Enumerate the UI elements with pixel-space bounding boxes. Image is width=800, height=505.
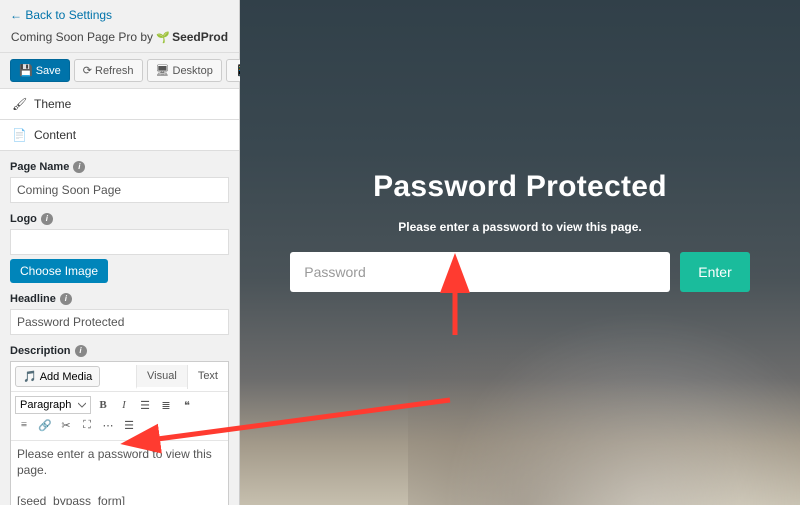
tab-text[interactable]: Text: [187, 365, 228, 389]
unlink-icon[interactable]: ✂: [57, 416, 75, 434]
editor-line-2: [seed_bypass_form]: [17, 494, 222, 505]
fullscreen-icon[interactable]: ⛶: [78, 416, 96, 434]
save-label: Save: [36, 65, 61, 77]
toolbar: 💾 Save ⟳ Refresh 🖥 Desktop 📱 Mobile: [0, 53, 239, 89]
brand-prefix: Coming Soon Page Pro by: [11, 30, 153, 44]
editor-tabs: Visual Text: [136, 365, 228, 389]
settings-sidebar: ← Back to Settings Coming Soon Page Pro …: [0, 0, 240, 505]
info-icon[interactable]: i: [41, 213, 53, 225]
preview-inner: Password Protected Please enter a passwo…: [240, 170, 800, 292]
save-icon: 💾: [19, 64, 33, 77]
accordion-theme-label: Theme: [34, 97, 71, 111]
preview-area: Password Protected Please enter a passwo…: [240, 0, 800, 505]
brand-name: SeedProd: [172, 30, 228, 44]
accordion-theme[interactable]: 🖌 Theme: [0, 89, 239, 120]
add-media-button[interactable]: 🎵 Add Media: [15, 366, 100, 387]
align-icon[interactable]: ≡: [15, 416, 33, 434]
description-field: Description i 🎵 Add Media Visual Text: [10, 345, 229, 505]
toolbar-toggle-icon[interactable]: ☰: [120, 416, 138, 434]
logo-field: Logo i Choose Image: [10, 213, 229, 283]
editor-content[interactable]: Please enter a password to view this pag…: [11, 441, 228, 505]
info-icon[interactable]: i: [60, 293, 72, 305]
accordion-content-label: Content: [34, 128, 76, 142]
preview-subtitle: Please enter a password to view this pag…: [270, 220, 770, 234]
link-icon[interactable]: 🔗: [36, 416, 54, 434]
brand-bar: Coming Soon Page Pro by 🌱SeedProd: [0, 26, 239, 53]
media-icon: 🎵: [23, 370, 37, 383]
description-label: Description i: [10, 345, 229, 357]
save-button[interactable]: 💾 Save: [10, 59, 70, 82]
wysiwyg-editor: 🎵 Add Media Visual Text Paragraph: [10, 361, 229, 505]
number-list-icon[interactable]: ≣: [157, 396, 175, 414]
back-to-settings[interactable]: ← Back to Settings: [0, 0, 239, 26]
logo-input[interactable]: [10, 229, 229, 255]
refresh-button[interactable]: ⟳ Refresh: [74, 59, 143, 82]
editor-line-1: Please enter a password to view this pag…: [17, 447, 222, 478]
headline-input[interactable]: [10, 309, 229, 335]
password-input[interactable]: [290, 252, 670, 292]
page-name-field: Page Name i: [10, 161, 229, 203]
refresh-label: Refresh: [95, 65, 134, 77]
editor-toolbar: Paragraph B I ☰ ≣ ❝ ≡ 🔗 ✂ ⛶: [11, 392, 228, 441]
content-panel: Page Name i Logo i Choose Image Headline…: [0, 151, 239, 505]
italic-icon[interactable]: I: [115, 396, 133, 414]
headline-label: Headline i: [10, 293, 229, 305]
blockquote-icon[interactable]: ❝: [178, 396, 196, 414]
seedprod-logo-icon: 🌱: [156, 31, 170, 44]
tab-visual[interactable]: Visual: [136, 365, 187, 389]
back-link[interactable]: ← Back to Settings: [10, 8, 112, 22]
bullet-list-icon[interactable]: ☰: [136, 396, 154, 414]
more-icon[interactable]: ⋯: [99, 416, 117, 434]
page-name-input[interactable]: [10, 177, 229, 203]
desktop-label: Desktop: [173, 65, 213, 77]
choose-image-button[interactable]: Choose Image: [10, 259, 108, 283]
refresh-icon: ⟳: [83, 64, 92, 77]
desktop-icon: 🖥: [156, 64, 170, 77]
headline-field: Headline i: [10, 293, 229, 335]
page-name-label: Page Name i: [10, 161, 229, 173]
info-icon[interactable]: i: [75, 345, 87, 357]
editor-top: 🎵 Add Media Visual Text: [11, 362, 228, 392]
preview-form: Enter: [270, 252, 770, 292]
logo-label: Logo i: [10, 213, 229, 225]
paragraph-select[interactable]: Paragraph: [15, 396, 91, 414]
desktop-button[interactable]: 🖥 Desktop: [147, 59, 222, 82]
info-icon[interactable]: i: [73, 161, 85, 173]
paintbrush-icon: 🖌: [12, 97, 26, 111]
document-icon: 📄: [12, 128, 26, 142]
accordion-content[interactable]: 📄 Content: [0, 120, 239, 151]
bold-icon[interactable]: B: [94, 396, 112, 414]
preview-headline: Password Protected: [270, 170, 770, 204]
enter-button[interactable]: Enter: [680, 252, 749, 292]
